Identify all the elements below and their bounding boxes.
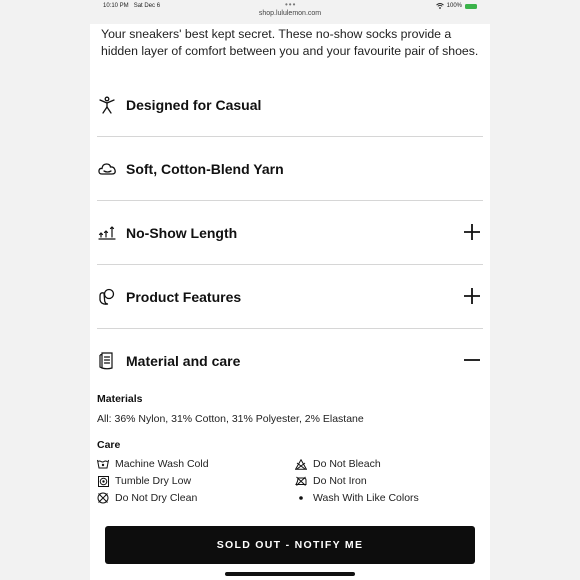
expand-plus-icon[interactable] (463, 287, 481, 305)
collapse-minus-icon[interactable] (463, 351, 481, 369)
feature-product-features[interactable]: Product Features (97, 265, 483, 329)
wash-tub-icon (97, 458, 109, 470)
multitasking-dots-icon[interactable]: ••• (285, 0, 296, 9)
no-bleach-icon (295, 458, 307, 470)
features-icon (97, 287, 117, 307)
care-item: Do Not Dry Clean (97, 492, 197, 504)
care-item: Do Not Bleach (295, 458, 381, 470)
feature-label: Product Features (126, 288, 242, 305)
no-iron-icon (295, 475, 307, 487)
feature-label: Designed for Casual (126, 96, 262, 113)
feature-label: Material and care (126, 353, 241, 369)
bullet-icon (295, 492, 307, 504)
home-indicator[interactable] (225, 572, 355, 576)
feature-no-show-length[interactable]: No-Show Length (97, 201, 483, 265)
battery-percent: 100% (446, 3, 462, 9)
care-label-icon (97, 351, 117, 371)
product-description: Your sneakers' best kept secret. These n… (101, 27, 479, 58)
feature-material-and-care[interactable]: Material and care (97, 329, 483, 393)
tumble-dry-icon (97, 475, 109, 487)
care-item: Wash With Like Colors (295, 492, 419, 504)
materials-heading: Materials (97, 393, 143, 405)
care-heading: Care (97, 439, 121, 451)
url-bar[interactable]: shop.lululemon.com (0, 10, 580, 17)
length-arrows-icon (97, 223, 117, 243)
no-dry-clean-icon (97, 492, 109, 504)
feature-cotton-blend: Soft, Cotton-Blend Yarn (97, 137, 483, 201)
person-stretch-icon (97, 95, 117, 115)
care-item: Tumble Dry Low (97, 475, 191, 487)
care-item: Do Not Iron (295, 475, 367, 487)
feature-label: No-Show Length (126, 224, 238, 241)
care-item: Machine Wash Cold (97, 458, 209, 470)
materials-composition: All: 36% Nylon, 31% Cotton, 31% Polyeste… (97, 413, 364, 425)
battery-icon (465, 3, 477, 9)
status-right: 100% (435, 3, 477, 9)
sold-out-notify-button[interactable]: SOLD OUT - NOTIFY ME (105, 526, 475, 564)
status-time: 10:10 PM Sat Dec 6 (103, 3, 161, 9)
wifi-icon (435, 3, 444, 9)
feature-designed-for-casual: Designed for Casual (97, 73, 483, 137)
cloud-icon (97, 159, 117, 179)
feature-label: Soft, Cotton-Blend Yarn (126, 160, 284, 177)
expand-plus-icon[interactable] (463, 223, 481, 241)
product-details-panel: Your sneakers' best kept secret. These n… (90, 24, 490, 580)
